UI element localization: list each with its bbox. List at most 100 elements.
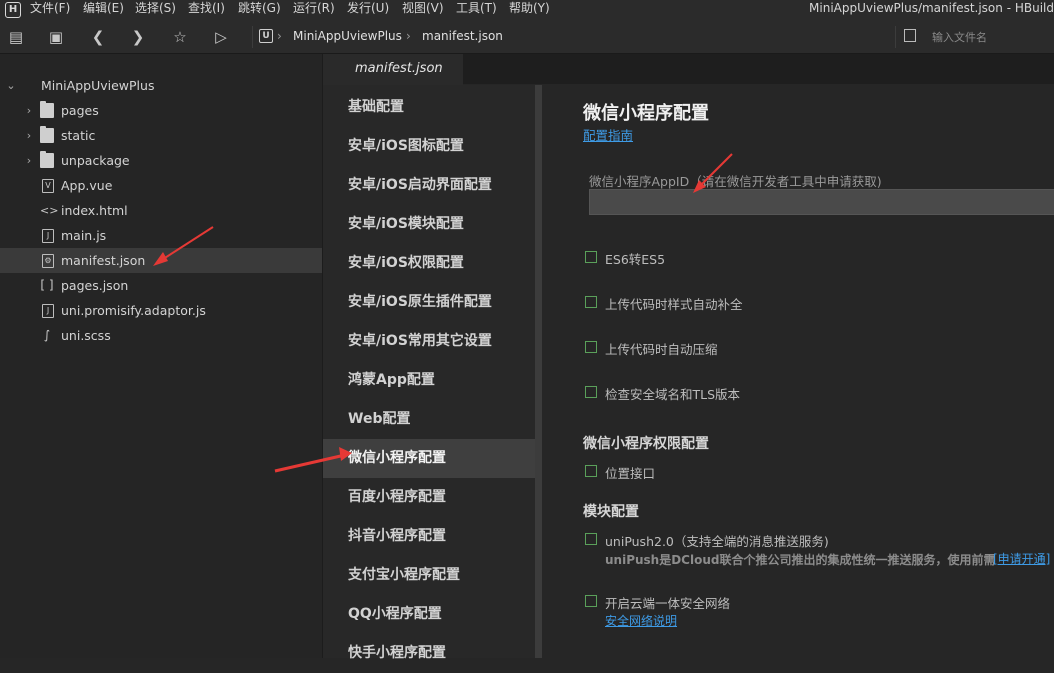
tree-label: MiniAppUviewPlus: [41, 78, 155, 93]
tree-item-app-vue[interactable]: V App.vue: [0, 173, 322, 198]
security-network-link[interactable]: 安全网络说明: [605, 612, 677, 629]
save-icon[interactable]: ▣: [46, 27, 66, 47]
tree-label: main.js: [61, 228, 107, 243]
tree-item-uni-scss[interactable]: ∫ uni.scss: [0, 323, 322, 348]
menu-edit[interactable]: 编辑(E): [83, 0, 124, 20]
nav-kuaishou[interactable]: 快手小程序配置: [323, 634, 535, 673]
tab-manifest-json[interactable]: manifest.json: [323, 54, 463, 85]
html-file-icon: <>: [40, 204, 59, 217]
tree-item-index-html[interactable]: <> index.html: [0, 198, 322, 223]
chevron-right-icon[interactable]: ›: [22, 98, 36, 123]
nav-baidu[interactable]: 百度小程序配置: [323, 478, 535, 517]
project-explorer: ⌄ MiniAppUviewPlus › pages › static › un…: [0, 54, 323, 658]
nav-web[interactable]: Web配置: [323, 400, 535, 439]
nav-harmony[interactable]: 鸿蒙App配置: [323, 361, 535, 400]
file-search[interactable]: 输入文件名: [895, 26, 1054, 48]
breadcrumb-file[interactable]: manifest.json: [422, 28, 503, 44]
auto-prefix-css-checkbox[interactable]: [585, 296, 597, 308]
option-label: 上传代码时样式自动补全: [605, 297, 743, 312]
menu-view[interactable]: 视图(V): [402, 0, 444, 20]
tree-label: manifest.json: [61, 253, 146, 268]
minify-checkbox[interactable]: [585, 341, 597, 353]
location-api-checkbox[interactable]: [585, 465, 597, 477]
folder-icon: [40, 126, 54, 143]
tree-item-pages[interactable]: › pages: [0, 98, 322, 123]
option-label: 位置接口: [605, 466, 656, 481]
nav-other-settings[interactable]: 安卓/iOS常用其它设置: [323, 322, 535, 361]
nav-basic[interactable]: 基础配置: [323, 88, 535, 127]
tree-item-main-js[interactable]: J main.js: [0, 223, 322, 248]
manifest-file-icon: ⚙: [42, 254, 54, 268]
nav-alipay[interactable]: 支付宝小程序配置: [323, 556, 535, 595]
folder-icon: [40, 101, 54, 118]
nav-label: 安卓/iOS图标配置: [348, 138, 464, 154]
tree-item-static[interactable]: › static: [0, 123, 322, 148]
security-network-checkbox[interactable]: [585, 595, 597, 607]
vue-file-icon: V: [42, 179, 54, 193]
module-heading: 模块配置: [583, 504, 639, 520]
nav-label: QQ小程序配置: [348, 606, 442, 622]
tree-label: static: [61, 128, 96, 143]
chevron-down-icon[interactable]: ⌄: [4, 73, 18, 98]
tree-label: index.html: [61, 203, 128, 218]
tree-item-unpackage[interactable]: › unpackage: [0, 148, 322, 173]
nav-weixin[interactable]: 微信小程序配置: [323, 439, 535, 478]
breadcrumb-separator: ›: [406, 29, 411, 43]
option-label: 检查安全域名和TLS版本: [605, 387, 741, 402]
tree-label: unpackage: [61, 153, 130, 168]
tree-label: pages.json: [61, 278, 129, 293]
unipush-checkbox[interactable]: [585, 533, 597, 545]
menu-select[interactable]: 选择(S): [135, 0, 176, 20]
forward-icon[interactable]: ❯: [128, 27, 148, 47]
menu-run[interactable]: 运行(R): [293, 0, 335, 20]
menu-tools[interactable]: 工具(T): [456, 0, 497, 20]
manifest-nav-list: 基础配置 安卓/iOS图标配置 安卓/iOS启动界面配置 安卓/iOS模块配置 …: [323, 85, 535, 661]
menu-find[interactable]: 查找(I): [188, 0, 225, 20]
nav-app-icon[interactable]: 安卓/iOS图标配置: [323, 127, 535, 166]
nav-native-plugins[interactable]: 安卓/iOS原生插件配置: [323, 283, 535, 322]
check-domain-tls-checkbox[interactable]: [585, 386, 597, 398]
nav-label: 快手小程序配置: [348, 645, 446, 661]
config-guide-link[interactable]: 配置指南: [583, 125, 633, 144]
back-icon[interactable]: ❮: [88, 27, 108, 47]
option-label: 上传代码时自动压缩: [605, 342, 718, 357]
apply-unipush-link[interactable]: [申请开通]: [993, 550, 1050, 567]
nav-label: 抖音小程序配置: [348, 528, 446, 544]
nav-splash[interactable]: 安卓/iOS启动界面配置: [323, 166, 535, 205]
nav-scrollbar[interactable]: [535, 85, 542, 658]
breadcrumb-project[interactable]: MiniAppUviewPlus: [293, 28, 402, 44]
nav-label: 安卓/iOS模块配置: [348, 216, 464, 232]
nav-douyin[interactable]: 抖音小程序配置: [323, 517, 535, 556]
menu-publish[interactable]: 发行(U): [347, 0, 389, 20]
toolbar: ▤ ▣ ❮ ❯ ☆ ▷ U › MiniAppUviewPlus › manif…: [0, 20, 1054, 54]
js-file-icon: J: [42, 229, 54, 243]
menu-file[interactable]: 文件(F): [30, 0, 70, 20]
menu-help[interactable]: 帮助(Y): [509, 0, 550, 20]
tree-label: uni.scss: [61, 328, 111, 343]
star-icon[interactable]: ☆: [170, 27, 190, 47]
tree-item-pages-json[interactable]: [ ] pages.json: [0, 273, 322, 298]
tab-label: manifest.json: [355, 61, 443, 76]
unipush-description: uniPush是DCloud联合个推公司推出的集成性统一推送服务，使用前需: [605, 553, 996, 567]
es6-to-es5-checkbox[interactable]: [585, 251, 597, 263]
nav-label: 安卓/iOS权限配置: [348, 255, 464, 271]
nav-qq[interactable]: QQ小程序配置: [323, 595, 535, 634]
run-icon[interactable]: ▷: [211, 27, 231, 47]
tree-item-uni-promisify[interactable]: J uni.promisify.adaptor.js: [0, 298, 322, 323]
scss-file-icon: ∫: [43, 328, 51, 342]
nav-modules[interactable]: 安卓/iOS模块配置: [323, 205, 535, 244]
hbuilder-logo-icon: H: [5, 2, 21, 18]
search-file-icon: [904, 29, 916, 42]
nav-permissions[interactable]: 安卓/iOS权限配置: [323, 244, 535, 283]
menu-goto[interactable]: 跳转(G): [238, 0, 281, 20]
new-file-icon[interactable]: ▤: [6, 27, 26, 47]
appid-input[interactable]: [589, 189, 1054, 215]
js-file-icon: J: [42, 304, 54, 318]
search-input[interactable]: 输入文件名: [932, 29, 987, 45]
tree-item-manifest-json[interactable]: ⚙ manifest.json: [0, 248, 322, 273]
chevron-right-icon[interactable]: ›: [22, 148, 36, 173]
option-label: ES6转ES5: [605, 252, 666, 267]
chevron-right-icon[interactable]: ›: [22, 123, 36, 148]
json-file-icon: [ ]: [40, 278, 54, 292]
tree-project-root[interactable]: ⌄ MiniAppUviewPlus: [0, 73, 322, 98]
